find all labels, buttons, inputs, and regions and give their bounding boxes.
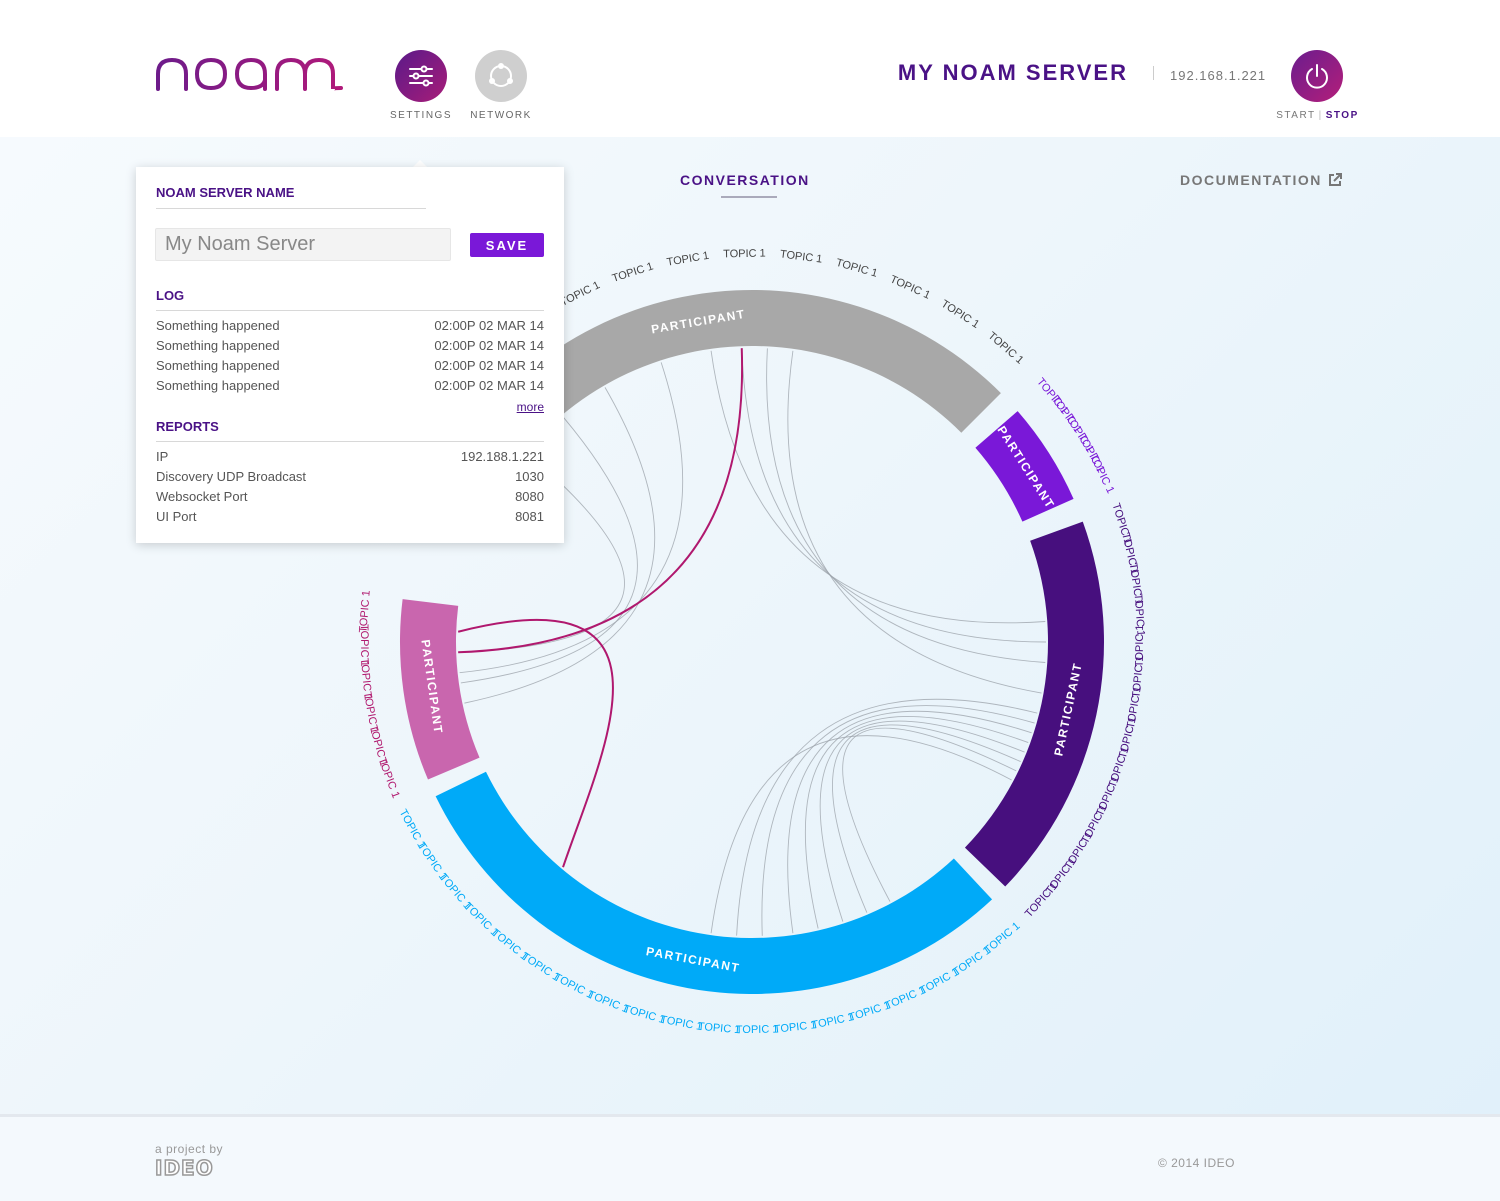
header-divider (1153, 66, 1154, 80)
report-row: UI Port 8081 (156, 509, 544, 529)
topic-label: TOPIC 1 (1087, 452, 1116, 496)
log-time: 02:00P 02 MAR 14 (434, 338, 544, 353)
reports-title: REPORTS (156, 419, 219, 434)
header: SETTINGS NETWORK MY NOAM SERVER 192.168.… (0, 0, 1500, 137)
network-label: NETWORK (470, 110, 532, 121)
report-value: 8081 (515, 509, 544, 524)
settings-button[interactable] (395, 50, 447, 102)
topic-label: TOPIC 1 (558, 279, 602, 309)
log-message: Something happened (156, 338, 280, 353)
report-label: UI Port (156, 509, 197, 524)
power-button[interactable] (1291, 50, 1343, 102)
project-by-text: a project by (155, 1142, 224, 1156)
settings-label: SETTINGS (389, 110, 452, 121)
log-row: Something happened 02:00P 02 MAR 14 (156, 358, 544, 378)
report-value: 192.188.1.221 (460, 449, 544, 464)
topic-label: TOPIC 1 (811, 1011, 855, 1032)
log-message: Something happened (156, 358, 280, 373)
start-stop-labels: START | STOP (1276, 110, 1359, 121)
report-label: Websocket Port (156, 489, 248, 504)
topic-label: TOPIC 1 (888, 273, 932, 301)
topic-label: TOPIC 1 (986, 330, 1026, 367)
settings-panel: NOAM SERVER NAME SAVE LOG Something happ… (136, 167, 564, 543)
report-label: IP (156, 449, 169, 464)
log-row: Something happened 02:00P 02 MAR 14 (156, 378, 544, 398)
topic-label: TOPIC 1 (397, 807, 428, 850)
topic-label: TOPIC 1 (736, 1024, 779, 1037)
server-ip: 192.168.1.221 (1170, 68, 1267, 83)
topic-label: TOPIC 1 (939, 298, 981, 331)
server-title: MY NOAM SERVER (897, 60, 1128, 85)
divider (156, 208, 426, 209)
ideo-logo[interactable]: IDEO (154, 1155, 214, 1181)
network-icon (489, 63, 513, 87)
topic-label: TOPIC 1 (659, 1014, 703, 1034)
divider (156, 441, 544, 442)
report-row: IP 192.188.1.221 (156, 449, 544, 469)
topic-label: TOPIC 1 (723, 248, 766, 261)
log-title: LOG (156, 288, 185, 303)
stop-label[interactable]: STOP (1326, 110, 1359, 121)
conversation-chord (787, 350, 1042, 694)
topic-label: TOPIC 1 (1023, 880, 1060, 920)
topic-label: TOPIC 1 (697, 1021, 740, 1037)
copyright: © 2014 IDEO (1157, 1156, 1235, 1170)
footer: a project by IDEO © 2014 IDEO (0, 1114, 1500, 1201)
report-value: 1030 (515, 469, 544, 484)
noam-logo[interactable] (155, 56, 345, 92)
network-button[interactable] (475, 50, 527, 102)
log-row: Something happened 02:00P 02 MAR 14 (156, 338, 544, 358)
start-label[interactable]: START (1276, 110, 1315, 121)
log-more-link[interactable]: more (496, 400, 544, 414)
log-time: 02:00P 02 MAR 14 (434, 318, 544, 333)
server-name-title: NOAM SERVER NAME (156, 185, 295, 200)
report-label: Discovery UDP Broadcast (156, 469, 307, 484)
report-row: Websocket Port 8080 (156, 489, 544, 509)
conversation-chord (842, 727, 1017, 902)
save-button[interactable]: SAVE (470, 233, 544, 257)
conversation-chord (766, 348, 1046, 663)
sliders-icon (409, 65, 433, 87)
topic-label: TOPIC 1 (666, 250, 710, 269)
log-time: 02:00P 02 MAR 14 (434, 358, 544, 373)
log-row: Something happened 02:00P 02 MAR 14 (156, 318, 544, 338)
conversation-chord (741, 348, 1047, 643)
topic-label: TOPIC 1 (773, 1019, 817, 1036)
report-row: Discovery UDP Broadcast 1030 (156, 469, 544, 489)
log-message: Something happened (156, 318, 280, 333)
topic-label: TOPIC 1 (835, 257, 879, 280)
log-message: Something happened (156, 378, 280, 393)
log-time: 02:00P 02 MAR 14 (434, 378, 544, 393)
topic-label: TOPIC 1 (779, 248, 823, 265)
topic-label: TOPIC 1 (611, 260, 655, 285)
report-value: 8080 (515, 489, 544, 504)
power-icon (1306, 64, 1328, 89)
server-name-input[interactable] (155, 228, 451, 261)
divider (156, 310, 544, 311)
